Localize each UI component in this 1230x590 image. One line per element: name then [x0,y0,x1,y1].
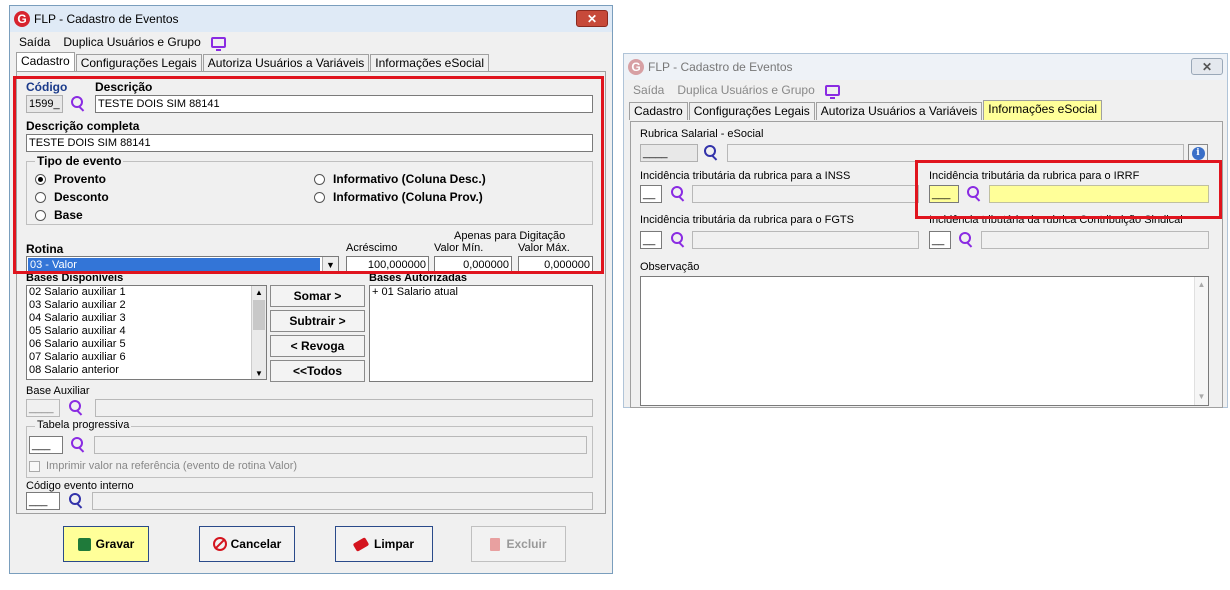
tab-cadastro-2[interactable]: Cadastro [629,102,688,120]
tab-autoriza-2[interactable]: Autoriza Usuários a Variáveis [815,102,983,120]
monitor-icon[interactable] [210,36,226,51]
rubrica-input[interactable]: ____ [640,144,698,162]
list-item[interactable]: 06 Salario auxiliar 5 [27,338,266,351]
tab-esocial-2[interactable]: Informações eSocial [983,100,1103,120]
tabela-progressiva-title: Tabela progressiva [35,419,132,431]
tabela-input[interactable]: ___ [29,436,63,454]
menu-bar: Saída Duplica Usuários e Grupo [10,32,612,52]
somar-button[interactable]: Somar > [270,285,365,307]
gravar-label: Gravar [95,537,135,551]
cod-interno-desc [92,492,593,510]
list-item[interactable]: 02 Salario auxiliar 1 [27,286,266,299]
close-button-2[interactable]: ✕ [1191,58,1223,75]
fgts-search-icon[interactable] [669,231,687,249]
tabela-search-icon[interactable] [69,436,87,454]
imprimir-label: Imprimir valor na referência (evento de … [46,460,298,472]
title-bar: G FLP - Cadastro de Eventos ✕ [10,6,612,32]
checkbox-box [29,460,40,472]
limpar-label: Limpar [373,537,414,551]
scroll-thumb[interactable] [253,300,265,330]
eraser-icon [352,536,370,552]
gravar-button[interactable]: Gravar [63,526,149,562]
todos-button[interactable]: <<Todos [270,360,365,382]
list-item[interactable]: 08 Salario anterior [27,364,266,377]
list-item[interactable]: + 01 Salario atual [370,286,592,299]
tab-bar: Cadastro Configurações Legais Autoriza U… [16,52,490,72]
tabela-desc [94,436,587,454]
tab-configuracoes[interactable]: Configurações Legais [75,54,202,72]
scroll-down-icon-2[interactable]: ▼ [1195,389,1208,405]
close-button[interactable]: ✕ [576,10,608,27]
limpar-button[interactable]: Limpar [335,526,433,562]
cod-interno-search-icon[interactable] [67,492,85,510]
cancel-slash [213,538,226,550]
tab-configuracoes-2[interactable]: Configurações Legais [688,102,815,120]
bases-disponiveis-list[interactable]: 02 Salario auxiliar 1 03 Salario auxilia… [26,285,267,380]
app-logo-icon: G [14,11,30,27]
scroll-up-icon-2[interactable]: ▲ [1195,277,1208,293]
menu-bar-2: Saída Duplica Usuários e Grupo [624,80,1227,100]
tabela-progressiva-group: Tabela progressiva ___ Imprimir valor na… [26,419,593,478]
app-logo-icon-2: G [628,59,644,75]
list-item[interactable]: 05 Salario auxiliar 4 [27,325,266,338]
imprimir-checkbox[interactable]: Imprimir valor na referência (evento de … [29,460,297,472]
info-glyph: i [1191,147,1205,160]
sindical-desc [981,231,1209,249]
list-scrollbar[interactable]: ▲ ▼ [251,286,266,379]
list-item[interactable]: 07 Salario auxiliar 6 [27,351,266,364]
base-aux-label: Base Auxiliar [26,385,90,397]
floppy-icon [77,537,91,551]
title-bar-2: G FLP - Cadastro de Eventos ✕ [624,54,1227,80]
rubrica-search-icon[interactable] [702,144,720,162]
scroll-up-icon[interactable]: ▲ [252,286,266,298]
scroll-down-icon[interactable]: ▼ [252,367,266,379]
monitor-icon-2[interactable] [824,84,840,99]
window-cadastro-eventos-esocial: G FLP - Cadastro de Eventos ✕ Saída Dupl… [623,53,1228,408]
fgts-input[interactable]: __ [640,231,662,249]
tab-cadastro[interactable]: Cadastro [16,52,75,72]
inss-search-icon[interactable] [669,185,687,203]
cancelar-label: Cancelar [230,537,282,551]
excluir-label: Excluir [506,537,547,551]
bases-autorizadas-list[interactable]: + 01 Salario atual [369,285,593,382]
tab-esocial[interactable]: Informações eSocial [370,54,490,72]
menu-duplica[interactable]: Duplica Usuários e Grupo [63,35,200,49]
cancelar-button[interactable]: Cancelar [199,526,295,562]
trash-icon [490,537,501,551]
observacao-label: Observação [640,261,700,273]
highlight-box-irrf [915,160,1222,219]
window-title-2: FLP - Cadastro de Eventos [648,60,793,74]
rubrica-label: Rubrica Salarial - eSocial [640,128,764,140]
excluir-button[interactable]: Excluir [471,526,566,562]
tab-bar-2: Cadastro Configurações Legais Autoriza U… [629,100,1103,120]
observacao-textarea[interactable]: ▲ ▼ [640,276,1209,406]
inss-desc [692,185,919,203]
highlight-box-cadastro [13,76,604,274]
subtrair-button[interactable]: Subtrair > [270,310,365,332]
window-cadastro-eventos: G FLP - Cadastro de Eventos ✕ Saída Dupl… [9,5,613,574]
inss-label: Incidência tributária da rubrica para a … [640,170,851,182]
cod-interno-label: Código evento interno [26,480,134,492]
base-aux-desc [95,399,593,417]
inss-input[interactable]: __ [640,185,662,203]
list-item[interactable]: 04 Salario auxiliar 3 [27,312,266,325]
base-aux-input[interactable]: ____ [26,399,60,417]
fgts-desc [692,231,919,249]
list-item[interactable]: 03 Salario auxiliar 2 [27,299,266,312]
menu-saida-2[interactable]: Saída [633,83,664,97]
window-title: FLP - Cadastro de Eventos [34,12,179,26]
fgts-label: Incidência tributária da rubrica para o … [640,214,854,226]
revoga-button[interactable]: < Revoga [270,335,365,357]
cod-interno-input[interactable]: ___ [26,492,60,510]
textarea-scrollbar[interactable]: ▲ ▼ [1194,277,1208,405]
menu-saida[interactable]: Saída [19,35,50,49]
sindical-search-icon[interactable] [957,231,975,249]
menu-duplica-2[interactable]: Duplica Usuários e Grupo [677,83,814,97]
base-aux-search-icon[interactable] [67,399,85,417]
cancel-icon [212,537,227,551]
tab-autoriza[interactable]: Autoriza Usuários a Variáveis [202,54,370,72]
sindical-input[interactable]: __ [929,231,951,249]
